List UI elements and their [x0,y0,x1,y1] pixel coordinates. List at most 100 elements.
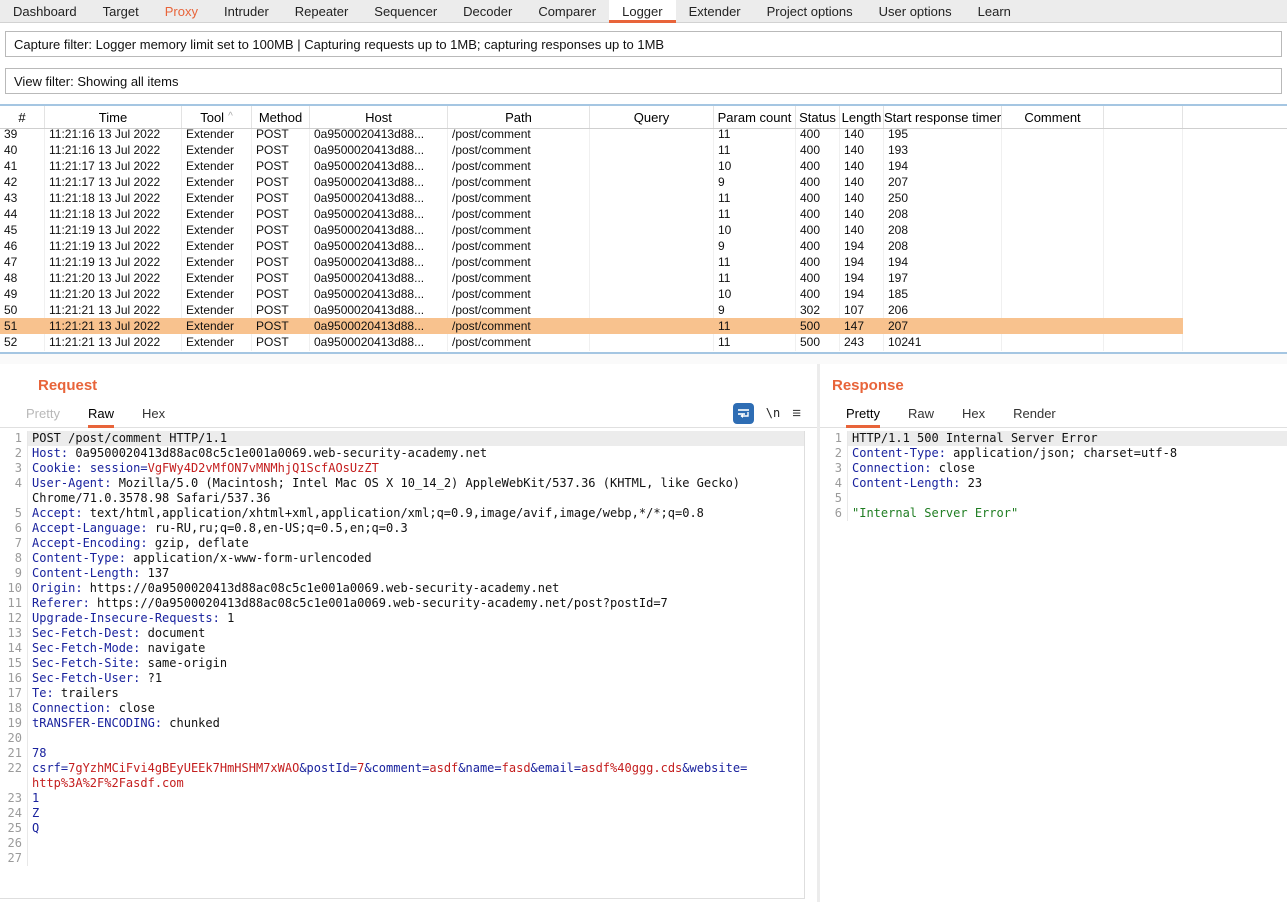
log-row-46[interactable]: 4611:21:19 13 Jul 2022ExtenderPOST0a9500… [0,238,1183,254]
cell-tool: Extender [182,270,252,286]
request-line-14: 14Sec-Fetch-Mode: navigate [0,641,804,656]
main-tab-proxy[interactable]: Proxy [152,0,211,23]
logger-table-header: #TimeTool^MethodHostPath Query Param count… [0,106,1287,129]
cell-host: 0a9500020413d88... [310,190,448,206]
cell-start-response-timer: 195 [884,129,1002,142]
cell-start-response-timer: 208 [884,222,1002,238]
log-row-52[interactable]: 5211:21:21 13 Jul 2022ExtenderPOST0a9500… [0,334,1183,350]
log-row-53[interactable]: 5311:21:22 13 Jul 2022ExtenderPOST0a9500… [0,350,1183,351]
cell-filler [1104,158,1183,174]
response-tab-render[interactable]: Render [1013,399,1056,428]
column-header-host[interactable]: Host [310,106,448,128]
column-header--[interactable]: # [0,106,45,128]
column-header-query[interactable]: Query [590,106,714,128]
main-tab-repeater[interactable]: Repeater [282,0,361,23]
line-content: http%3A%2F%2Fasdf.com [28,776,804,791]
sort-asc-icon: ^ [228,112,233,122]
cell-tool: Extender [182,350,252,351]
column-header-param-count[interactable]: Param count [714,106,796,128]
main-tab-sequencer[interactable]: Sequencer [361,0,450,23]
cell-host: 0a9500020413d88... [310,142,448,158]
cell--: 41 [0,158,45,174]
cell-filler [1104,190,1183,206]
cell-time: 11:21:21 13 Jul 2022 [45,334,182,350]
editor-menu-icon[interactable]: ≡ [792,405,801,422]
line-content: POST /post/comment HTTP/1.1 [28,431,804,446]
cell-param-count: 11 [714,129,796,142]
cell-length: 140 [840,222,884,238]
line-content: csrf=7gYzhMCiFvi4gBEyUEEk7HmHSHM7xWAO&po… [28,761,804,776]
view-filter-bar[interactable]: View filter: Showing all items [5,68,1282,94]
main-tab-learn[interactable]: Learn [965,0,1024,23]
column-label: Query [634,110,669,125]
log-row-45[interactable]: 4511:21:19 13 Jul 2022ExtenderPOST0a9500… [0,222,1183,238]
cell-host: 0a9500020413d88... [310,350,448,351]
log-row-39[interactable]: 3911:21:16 13 Jul 2022ExtenderPOST0a9500… [0,129,1183,142]
main-tab-target[interactable]: Target [90,0,152,23]
log-row-49[interactable]: 4911:21:20 13 Jul 2022ExtenderPOST0a9500… [0,286,1183,302]
cell-comment [1002,350,1104,351]
main-tab-dashboard[interactable]: Dashboard [0,0,90,23]
main-tab-extender[interactable]: Extender [676,0,754,23]
request-tab-raw[interactable]: Raw [88,399,114,428]
request-line-21: 2178 [0,746,804,761]
column-header-method[interactable]: Method [252,106,310,128]
cell-status: 400 [796,286,840,302]
column-header-comment[interactable]: Comment [1002,106,1104,128]
line-number: 27 [0,851,28,866]
main-tab-decoder[interactable]: Decoder [450,0,525,23]
column-label: Length [842,110,882,125]
main-tab-project-options[interactable]: Project options [754,0,866,23]
request-tab-pretty[interactable]: Pretty [26,399,60,428]
cell-param-count: 9 [714,238,796,254]
response-tab-pretty[interactable]: Pretty [846,399,880,428]
capture-filter-bar[interactable]: Capture filter: Logger memory limit set … [5,31,1282,57]
column-header-start-response-timer[interactable]: Start response timer [884,106,1002,128]
line-number: 2 [0,446,28,461]
cell-comment [1002,222,1104,238]
line-number: 7 [0,536,28,551]
request-tab-hex[interactable]: Hex [142,399,165,428]
cell-tool: Extender [182,318,252,334]
log-row-47[interactable]: 4711:21:19 13 Jul 2022ExtenderPOST0a9500… [0,254,1183,270]
horizontal-splitter[interactable] [0,354,1287,364]
response-tab-raw[interactable]: Raw [908,399,934,428]
cell-status: 400 [796,142,840,158]
column-header-time[interactable]: Time [45,106,182,128]
main-tab-intruder[interactable]: Intruder [211,0,282,23]
newline-icon[interactable]: \n [766,406,780,420]
log-row-44[interactable]: 4411:21:18 13 Jul 2022ExtenderPOST0a9500… [0,206,1183,222]
log-row-51[interactable]: 5111:21:21 13 Jul 2022ExtenderPOST0a9500… [0,318,1183,334]
cell-start-response-timer: 208 [884,238,1002,254]
column-label: Param count [718,110,792,125]
log-row-40[interactable]: 4011:21:16 13 Jul 2022ExtenderPOST0a9500… [0,142,1183,158]
cell-host: 0a9500020413d88... [310,238,448,254]
cell-path: /post/comment [448,222,590,238]
cell-param-count: 11 [714,318,796,334]
log-row-42[interactable]: 4211:21:17 13 Jul 2022ExtenderPOST0a9500… [0,174,1183,190]
response-editor[interactable]: 1HTTP/1.1 500 Internal Server Error2Cont… [820,431,1287,899]
main-tab-comparer[interactable]: Comparer [525,0,609,23]
log-row-48[interactable]: 4811:21:20 13 Jul 2022ExtenderPOST0a9500… [0,270,1183,286]
column-header-length[interactable]: Length [840,106,884,128]
log-row-50[interactable]: 5011:21:21 13 Jul 2022ExtenderPOST0a9500… [0,302,1183,318]
log-row-43[interactable]: 4311:21:18 13 Jul 2022ExtenderPOST0a9500… [0,190,1183,206]
line-content: Sec-Fetch-Site: same-origin [28,656,804,671]
response-tab-hex[interactable]: Hex [962,399,985,428]
main-tab-logger[interactable]: Logger [609,0,675,23]
cell-filler [1104,350,1183,351]
main-tab-user-options[interactable]: User options [866,0,965,23]
column-header-status[interactable]: Status [796,106,840,128]
cell-tool: Extender [182,302,252,318]
log-row-41[interactable]: 4111:21:17 13 Jul 2022ExtenderPOST0a9500… [0,158,1183,174]
request-editor[interactable]: 1POST /post/comment HTTP/1.12Host: 0a950… [0,431,805,899]
cell-time: 11:21:19 13 Jul 2022 [45,238,182,254]
request-line-15: 15Sec-Fetch-Site: same-origin [0,656,804,671]
response-tabs: Pretty Raw Hex Render [820,399,1070,428]
column-header-path[interactable]: Path [448,106,590,128]
message-editors: Request PrettyRawHex \n ≡ [0,364,1287,902]
cell-time: 11:21:21 13 Jul 2022 [45,318,182,334]
cell-length: 194 [840,270,884,286]
nonprinting-chars-icon[interactable] [733,403,754,424]
column-header-tool[interactable]: Tool^ [182,106,252,128]
